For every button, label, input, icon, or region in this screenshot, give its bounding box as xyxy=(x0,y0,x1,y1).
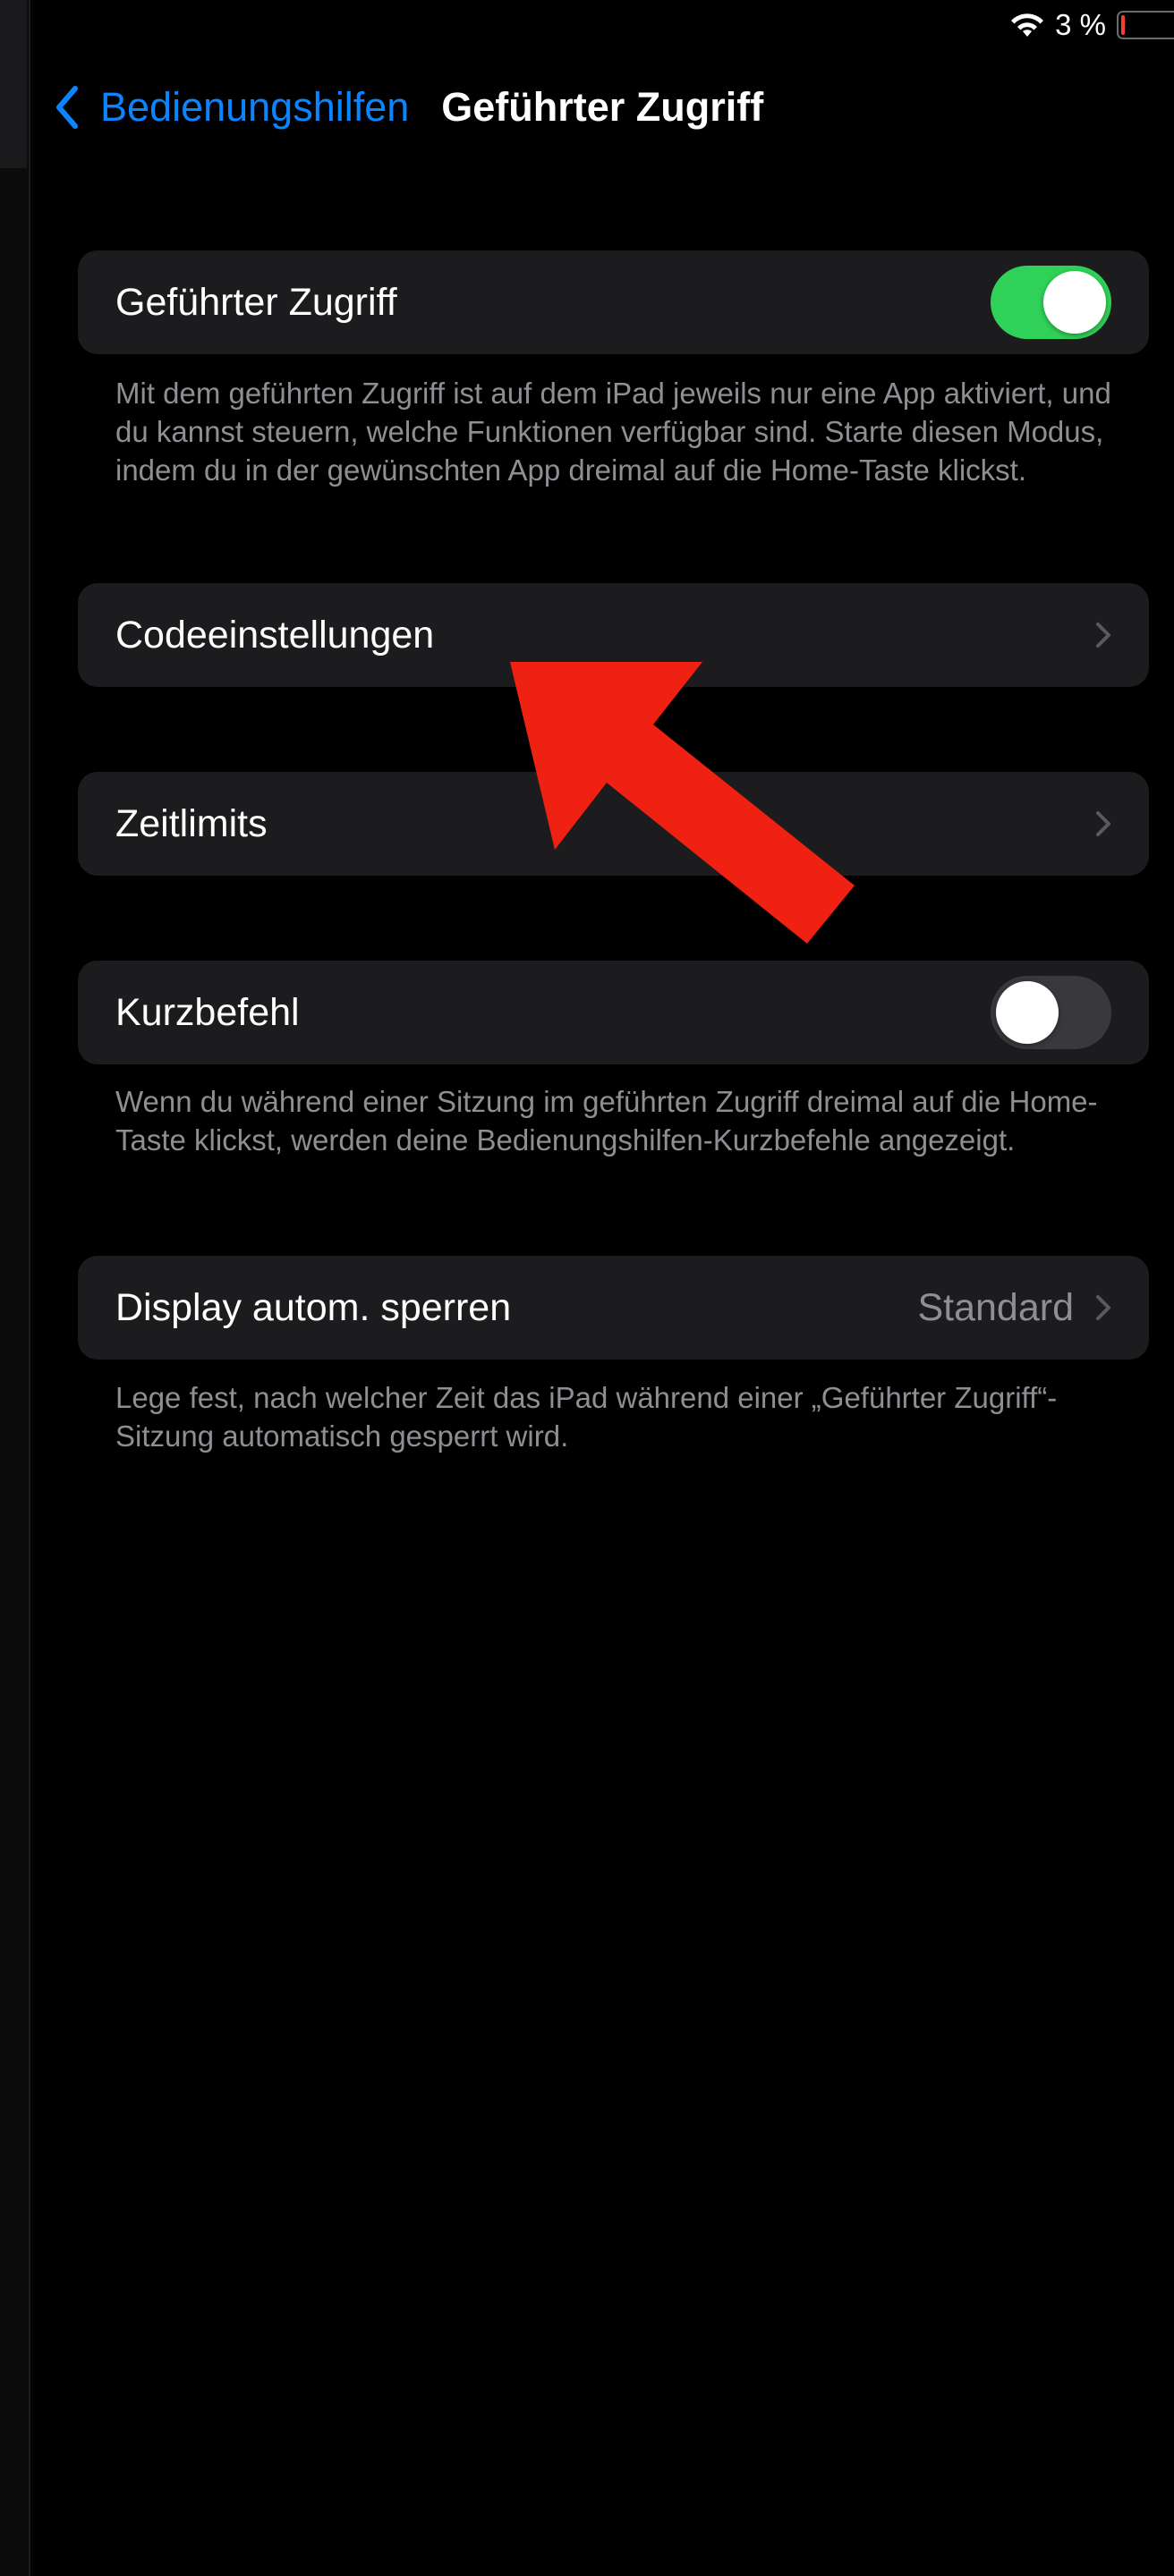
guided-access-label: Geführter Zugriff xyxy=(115,280,397,324)
navigation-bar: Bedienungshilfen Geführter Zugriff xyxy=(54,79,763,136)
guided-access-cell: Geführter Zugriff xyxy=(78,250,1149,354)
guided-access-toggle[interactable] xyxy=(991,266,1111,339)
shortcut-toggle[interactable] xyxy=(991,976,1111,1049)
guided-access-footer: Mit dem geführten Zugriff ist auf dem iP… xyxy=(115,377,1111,487)
page-title: Geführter Zugriff xyxy=(441,84,764,130)
annotation-arrow-icon xyxy=(510,662,855,944)
auto-lock-row[interactable]: Display autom. sperren Standard xyxy=(78,1256,1149,1360)
back-label: Bedienungshilfen xyxy=(100,84,410,130)
battery-percent: 3 % xyxy=(1055,8,1106,41)
chevron-left-icon xyxy=(56,86,78,129)
shortcut-cell: Kurzbefehl xyxy=(78,961,1149,1064)
passcode-settings-label: Codeeinstellungen xyxy=(115,613,435,657)
chevron-right-icon xyxy=(1096,1295,1110,1320)
back-button[interactable]: Bedienungshilfen xyxy=(54,84,409,131)
chevron-right-icon xyxy=(1096,623,1110,648)
wifi-icon xyxy=(1011,13,1044,37)
status-bar: 3 % xyxy=(1010,5,1174,45)
shortcut-label: Kurzbefehl xyxy=(115,990,300,1034)
shortcut-footer: Wenn du während einer Sitzung im geführt… xyxy=(115,1085,1098,1157)
sidebar-edge xyxy=(0,0,30,2576)
battery-icon xyxy=(1117,11,1174,39)
auto-lock-footer: Lege fest, nach welcher Zeit das iPad wä… xyxy=(115,1381,1058,1453)
chevron-right-icon xyxy=(1096,811,1110,836)
auto-lock-value: Standard xyxy=(917,1285,1074,1329)
auto-lock-label: Display autom. sperren xyxy=(115,1285,512,1329)
